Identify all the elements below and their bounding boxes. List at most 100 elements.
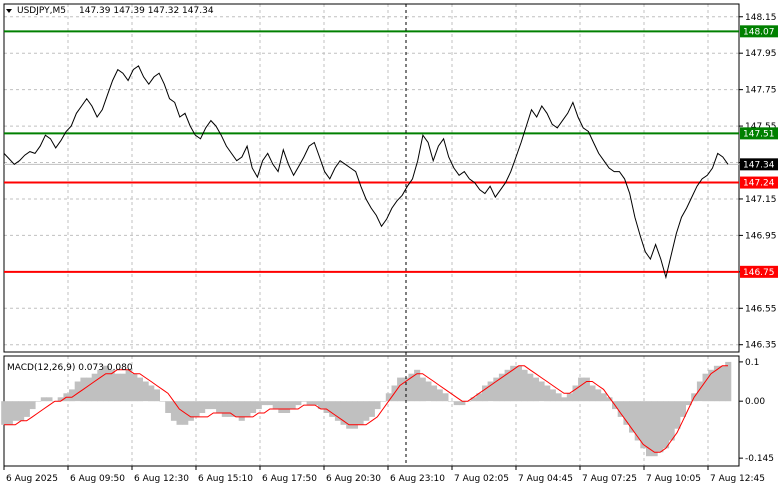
macd-bar: [261, 401, 268, 406]
macd-bar: [527, 373, 534, 402]
macd-bar: [368, 401, 375, 417]
time-tick-label: 6 Aug 2025: [6, 474, 58, 484]
macd-bar: [176, 401, 183, 425]
time-tick-label: 6 Aug 23:10: [390, 474, 445, 484]
macd-bar: [397, 377, 404, 402]
macd-tick-label: 0.1: [745, 358, 759, 368]
price-tick-label: 146.35: [745, 341, 777, 351]
macd-bar: [448, 401, 455, 402]
macd-bar: [306, 401, 313, 406]
macd-bar: [629, 401, 636, 433]
macd-bar: [216, 401, 223, 413]
macd-bar: [193, 401, 200, 417]
time-axis: 6 Aug 2025 6 Aug 09:50 6 Aug 12:30 6 Aug 15…: [3, 466, 765, 484]
macd-bar: [12, 401, 19, 421]
macd-bar: [35, 401, 42, 402]
time-tick-label: 7 Aug 07:25: [582, 474, 637, 484]
macd-bar: [431, 385, 438, 402]
macd-bar: [334, 401, 341, 421]
macd-bar: [187, 401, 194, 421]
macd-bar: [555, 393, 562, 402]
macd-bar: [436, 389, 443, 402]
price-tick-label: 146.95: [745, 231, 777, 241]
level-label: 146.75: [743, 268, 775, 278]
time-tick-label: 7 Aug 10:05: [646, 474, 701, 484]
time-tick-label: 7 Aug 12:45: [710, 474, 765, 484]
price-tick-label: 146.55: [745, 304, 777, 314]
macd-bar: [719, 365, 726, 402]
macd-bar: [663, 401, 670, 449]
macd-bar: [725, 361, 732, 402]
macd-bar: [521, 369, 528, 402]
macd-bar: [289, 401, 296, 410]
macd-bar: [165, 401, 172, 413]
macd-bar: [29, 401, 36, 410]
macd-bar: [295, 401, 302, 406]
macd-bar: [566, 393, 573, 402]
macd-bar: [600, 393, 607, 402]
macd-bar: [708, 369, 715, 402]
macd-bar: [380, 401, 387, 402]
price-tick-label: 147.95: [745, 49, 777, 59]
time-tick-label: 6 Aug 15:10: [198, 474, 253, 484]
macd-bar: [267, 401, 274, 406]
macd-bar: [578, 377, 585, 402]
macd-bar: [238, 401, 245, 421]
macd-bar: [532, 377, 539, 402]
macd-bar: [538, 381, 545, 402]
macd-bar: [46, 397, 53, 402]
macd-bar: [125, 369, 132, 402]
macd-bar: [272, 401, 279, 410]
macd-bar: [244, 401, 251, 417]
macd-bar: [23, 401, 30, 417]
macd-bar: [674, 401, 681, 429]
macd-bar: [487, 381, 494, 402]
macd-bar: [199, 401, 206, 413]
chart-header: USDJPY,M5 147.39 147.39 147.32 147.34: [6, 6, 214, 16]
macd-bar: [589, 385, 596, 402]
macd-bar: [136, 377, 143, 402]
macd-bar: [419, 377, 426, 402]
level-label: 147.51: [743, 129, 775, 139]
macd-axis: 0.1 0.00 -0.145: [739, 358, 774, 464]
chart-canvas: 148.15147.95147.75147.55147.35147.15146.…: [1, 3, 778, 484]
macd-bar: [595, 389, 602, 402]
ohlc-values: 147.39 147.39 147.32 147.34: [79, 6, 214, 16]
macd-bar: [442, 393, 449, 402]
macd-bar: [6, 401, 13, 425]
macd-bar: [131, 373, 138, 402]
time-tick-label: 7 Aug 04:45: [518, 474, 573, 484]
price-tick-label: 147.75: [745, 86, 777, 96]
time-tick-label: 6 Aug 12:30: [134, 474, 189, 484]
macd-bar: [651, 401, 658, 457]
macd-bar: [40, 397, 47, 402]
time-tick-label: 7 Aug 02:05: [454, 474, 509, 484]
macd-bar: [1, 401, 8, 425]
macd-bar: [657, 401, 664, 453]
macd-bar: [668, 401, 675, 441]
macd-bar: [97, 369, 104, 402]
macd-bar: [221, 401, 228, 417]
macd-bar: [153, 389, 160, 402]
macd-bar: [544, 385, 551, 402]
macd-bar: [91, 373, 98, 402]
macd-bar: [114, 373, 121, 402]
macd-bar: [18, 401, 25, 421]
macd-bar: [210, 401, 217, 410]
macd-tick-label: 0.00: [745, 397, 765, 407]
macd-bar: [233, 401, 240, 417]
macd-bar: [142, 381, 149, 402]
trading-chart: 148.15147.95147.75147.55147.35147.15146.…: [0, 0, 781, 489]
macd-bar: [148, 385, 155, 402]
dropdown-icon[interactable]: [6, 9, 12, 13]
main-pane-frame: [3, 3, 740, 353]
price-tick-label: 147.15: [745, 195, 777, 205]
level-label: 148.07: [743, 27, 775, 37]
macd-bar: [120, 373, 127, 402]
macd-bar: [459, 401, 466, 406]
macd-bar: [617, 401, 624, 417]
macd-bar: [515, 365, 522, 402]
macd-bar: [453, 401, 460, 406]
price-tick-label: 148.15: [745, 13, 777, 23]
macd-bar: [108, 369, 115, 402]
